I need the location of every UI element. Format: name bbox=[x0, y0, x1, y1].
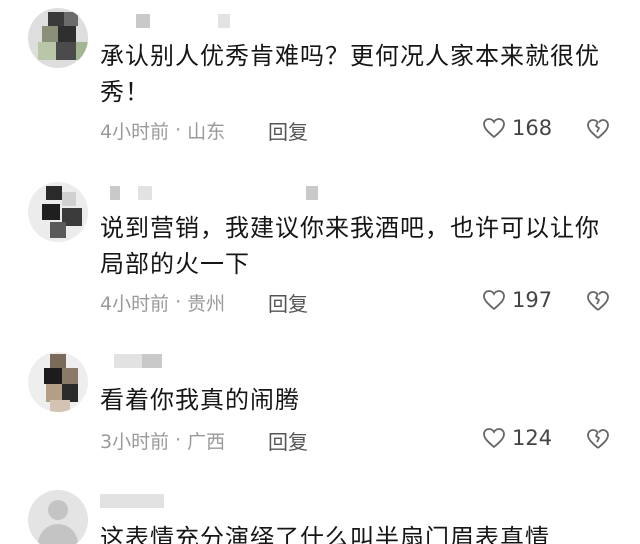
dislike-button[interactable] bbox=[585, 427, 611, 455]
broken-heart-icon bbox=[587, 429, 609, 449]
comment-text: 看着你我真的闹腾 bbox=[100, 386, 300, 414]
comment-time: 4小时前 bbox=[100, 120, 170, 143]
comment-meta: 3小时前 · 广西 bbox=[100, 426, 225, 454]
comment-location: 广西 bbox=[187, 430, 226, 453]
comment-location: 贵州 bbox=[187, 292, 226, 315]
like-button[interactable]: 168 bbox=[482, 116, 552, 140]
like-count: 168 bbox=[512, 116, 553, 140]
comment-location: 山东 bbox=[187, 120, 226, 143]
broken-heart-icon bbox=[587, 119, 609, 139]
like-count: 124 bbox=[512, 426, 553, 450]
comment-meta: 4小时前 · 贵州 bbox=[100, 288, 225, 316]
reply-button[interactable]: 回复 bbox=[268, 116, 308, 145]
comment-text: 承认别人优秀肯难吗？更何况人家本来就很优秀！ bbox=[100, 42, 600, 106]
meta-separator: · bbox=[175, 291, 182, 313]
comment-text: 说到营销，我建议你来我酒吧，也许可以让你局部的火一下 bbox=[100, 214, 600, 278]
comment-time: 3小时前 bbox=[100, 430, 170, 453]
meta-separator: · bbox=[175, 429, 182, 451]
reply-button[interactable]: 回复 bbox=[268, 426, 308, 455]
comment-time: 4小时前 bbox=[100, 292, 170, 315]
avatar[interactable] bbox=[28, 182, 88, 242]
like-count: 197 bbox=[512, 288, 553, 312]
dislike-button[interactable] bbox=[585, 117, 611, 145]
comment-meta: 4小时前 · 山东 bbox=[100, 116, 225, 144]
avatar[interactable] bbox=[28, 490, 88, 544]
like-button[interactable]: 124 bbox=[482, 426, 552, 450]
comment-text: 这表情充分演绎了什么叫半扇门眉表真情 bbox=[100, 524, 550, 544]
dislike-button[interactable] bbox=[585, 289, 611, 317]
heart-icon bbox=[483, 290, 505, 311]
reply-button[interactable]: 回复 bbox=[268, 288, 308, 317]
broken-heart-icon bbox=[587, 291, 609, 311]
heart-icon bbox=[483, 428, 505, 449]
avatar[interactable] bbox=[28, 352, 88, 412]
like-button[interactable]: 197 bbox=[482, 288, 552, 312]
heart-icon bbox=[483, 118, 505, 139]
meta-separator: · bbox=[175, 119, 182, 141]
avatar[interactable] bbox=[28, 8, 88, 68]
